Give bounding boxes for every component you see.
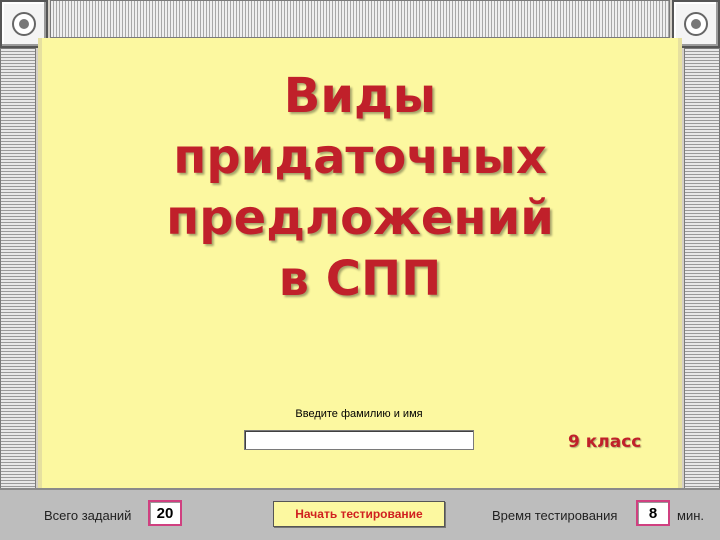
grade-label: 9 класс (568, 432, 642, 452)
title-line: придаточных (173, 129, 547, 185)
title-line: в СПП (278, 251, 442, 307)
left-rail (0, 48, 36, 490)
main-panel: Виды придаточных предложений в СПП Введи… (38, 38, 682, 490)
total-tasks-label: Всего заданий (44, 508, 132, 523)
bottom-bar: Всего заданий 20 Начать тестирование Вре… (0, 488, 720, 540)
right-rail (684, 48, 720, 490)
time-unit-label: мин. (677, 508, 704, 523)
test-time-value: 8 (636, 500, 670, 526)
radio-button-icon (12, 12, 36, 36)
total-tasks-value: 20 (148, 500, 182, 526)
title-line: Виды (283, 68, 437, 124)
title-line: предложений (166, 190, 554, 246)
top-bar (50, 0, 670, 38)
radio-button-icon (684, 12, 708, 36)
name-prompt-label: Введите фамилию и имя (295, 408, 423, 420)
name-input[interactable] (244, 430, 474, 450)
start-test-button[interactable]: Начать тестирование (273, 501, 445, 527)
test-time-label: Время тестирования (492, 508, 618, 523)
page-title: Виды придаточных предложений в СПП (42, 66, 678, 310)
